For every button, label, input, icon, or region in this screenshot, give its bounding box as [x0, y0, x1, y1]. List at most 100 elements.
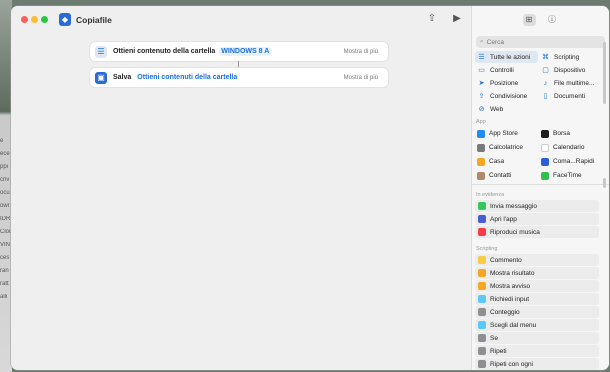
action-item-label: Conteggio [490, 308, 520, 316]
divider [472, 184, 609, 188]
app-icon [541, 157, 549, 166]
app-contatti[interactable]: Contatti [475, 169, 538, 182]
variable-token[interactable]: Ottieni contenuti della cartella [135, 73, 239, 82]
category-posizione[interactable]: ➤ Posizione [475, 77, 538, 89]
show-more-link[interactable]: Mostra di più [344, 75, 378, 81]
app-label: Coma...Rapidi [553, 158, 595, 165]
action-item-label: Apri l'app [490, 215, 517, 223]
device-icon: ▢ [542, 67, 549, 74]
media-icon: ♪ [543, 79, 548, 87]
action-item-invia-messaggio[interactable]: Invia messaggio [475, 200, 599, 212]
library-tab-icon[interactable]: ⊞ [522, 14, 536, 26]
action-item-label: Se [490, 334, 498, 342]
action-library-panel: ⊞ ⓘ ⌕ ☰ Tutte le azioni ⌘ Scripting ▭ Control… [471, 6, 609, 370]
category-label: Web [490, 105, 504, 113]
controls-icon: ▭ [478, 67, 485, 74]
action-icon [478, 347, 486, 355]
action-icon [478, 256, 486, 264]
action-save[interactable]: ▣ Salva Ottieni contenuti della cartella… [89, 67, 389, 88]
list-scrollbar[interactable] [603, 178, 606, 188]
scripting-header: Scripting [476, 246, 498, 252]
app-coma-rapidi[interactable]: Coma...Rapidi [539, 155, 602, 168]
top-scrollbar[interactable] [603, 42, 606, 104]
apps-grid: App Store Borsa Calcolatrice Calendario Casa… [475, 127, 609, 182]
action-item-ripeti[interactable]: Ripeti [475, 345, 599, 357]
action-item-label: Riproduci musica [490, 228, 540, 236]
action-icon [478, 228, 486, 236]
category-label: File multime... [554, 79, 595, 87]
search-field[interactable]: ⌕ [476, 36, 605, 48]
action-icon [478, 360, 486, 368]
app-label: Borsa [553, 130, 570, 137]
action-icon [478, 269, 486, 277]
category-label: Controlli [490, 66, 514, 74]
app-borsa[interactable]: Borsa [539, 127, 602, 140]
category-web[interactable]: ⊘ Web [475, 103, 538, 115]
app-label: Calcolatrice [489, 144, 523, 151]
category-condivisione[interactable]: ⇪ Condivisione [475, 90, 538, 102]
featured-list: Invia messaggio Apri l'app Riproduci music… [475, 200, 599, 238]
scripting-icon: ⌘ [542, 54, 549, 61]
panel-tabs: ⊞ ⓘ [472, 6, 609, 34]
action-item-label: Scegli dal menu [490, 321, 537, 329]
category-label: Dispositivo [554, 66, 586, 74]
info-tab-icon[interactable]: ⓘ [546, 14, 559, 26]
app-icon [541, 129, 549, 138]
action-icon [478, 308, 486, 316]
app-casa[interactable]: Casa [475, 155, 538, 168]
window-title[interactable]: Copiafile [76, 15, 112, 25]
category-dispositivo[interactable]: ▢ Dispositivo [539, 64, 602, 76]
location-icon: ➤ [478, 80, 485, 87]
zoom-button[interactable] [41, 16, 48, 23]
app-icon [477, 129, 485, 138]
action-item-riproduci-musica[interactable]: Riproduci musica [475, 226, 599, 238]
app-app-store[interactable]: App Store [475, 127, 538, 140]
app-calendario[interactable]: Calendario [539, 141, 602, 154]
list-icon: ☰ [478, 54, 485, 61]
category-label: Condivisione [490, 92, 528, 100]
action-item-apri-l-app[interactable]: Apri l'app [475, 213, 599, 225]
action-icon [478, 321, 486, 329]
action-item-label: Mostra risultato [490, 269, 535, 277]
share-icon[interactable]: ⇧ [425, 13, 439, 24]
action-item-label: Ripeti con ogni [490, 360, 533, 368]
play-icon[interactable]: ▶ [450, 13, 464, 24]
search-icon: ⌕ [480, 38, 484, 45]
variable-token[interactable]: WINDOWS 8 A [219, 47, 272, 56]
action-icon [478, 295, 486, 303]
search-input[interactable] [486, 38, 587, 46]
scripting-list: Commento Mostra risultato Mostra avviso Ric… [475, 254, 599, 370]
shortcuts-window: ◆ Copiafile ⇧ ▶ ☰ Ottieni contenuto dell… [11, 6, 609, 370]
action-item-se[interactable]: Se [475, 332, 599, 344]
action-item-commento[interactable]: Commento [475, 254, 599, 266]
show-more-link[interactable]: Mostra di più [344, 49, 378, 55]
editor-canvas: ◆ Copiafile ⇧ ▶ ☰ Ottieni contenuto dell… [11, 6, 471, 370]
action-item-richiedi-input[interactable]: Richiedi input [475, 293, 599, 305]
minimize-button[interactable] [31, 16, 38, 23]
category-label: Tutte le azioni [490, 53, 531, 61]
action-item-label: Invia messaggio [490, 202, 537, 210]
app-icon [477, 143, 485, 152]
action-item-ripeti-con-ogni[interactable]: Ripeti con ogni [475, 358, 599, 370]
category-scripting[interactable]: ⌘ Scripting [539, 51, 602, 63]
save-file-icon: ▣ [95, 71, 107, 84]
action-label: Ottieni contenuto della cartella [113, 48, 216, 55]
title-bar: ◆ Copiafile ⇧ ▶ [11, 6, 471, 34]
app-calcolatrice[interactable]: Calcolatrice [475, 141, 538, 154]
action-get-folder-contents[interactable]: ☰ Ottieni contenuto della cartella WINDO… [89, 41, 389, 62]
action-icon [478, 282, 486, 290]
action-item-scegli-dal-menu[interactable]: Scegli dal menu [475, 319, 599, 331]
action-item-conteggio[interactable]: Conteggio [475, 306, 599, 318]
category-documenti[interactable]: ▯ Documenti [539, 90, 602, 102]
app-facetime[interactable]: FaceTime [539, 169, 602, 182]
app-label: FaceTime [553, 172, 582, 179]
app-icon [541, 171, 549, 180]
action-item-label: Richiedi input [490, 295, 530, 303]
action-item-mostra-risultato[interactable]: Mostra risultato [475, 267, 599, 279]
close-button[interactable] [21, 16, 28, 23]
category-file-multime[interactable]: ♪ File multime... [539, 77, 602, 89]
action-item-mostra-avviso[interactable]: Mostra avviso [475, 280, 599, 292]
category-controlli[interactable]: ▭ Controlli [475, 64, 538, 76]
category-tutte-le-azioni[interactable]: ☰ Tutte le azioni [475, 51, 538, 63]
action-item-label: Commento [490, 256, 522, 264]
